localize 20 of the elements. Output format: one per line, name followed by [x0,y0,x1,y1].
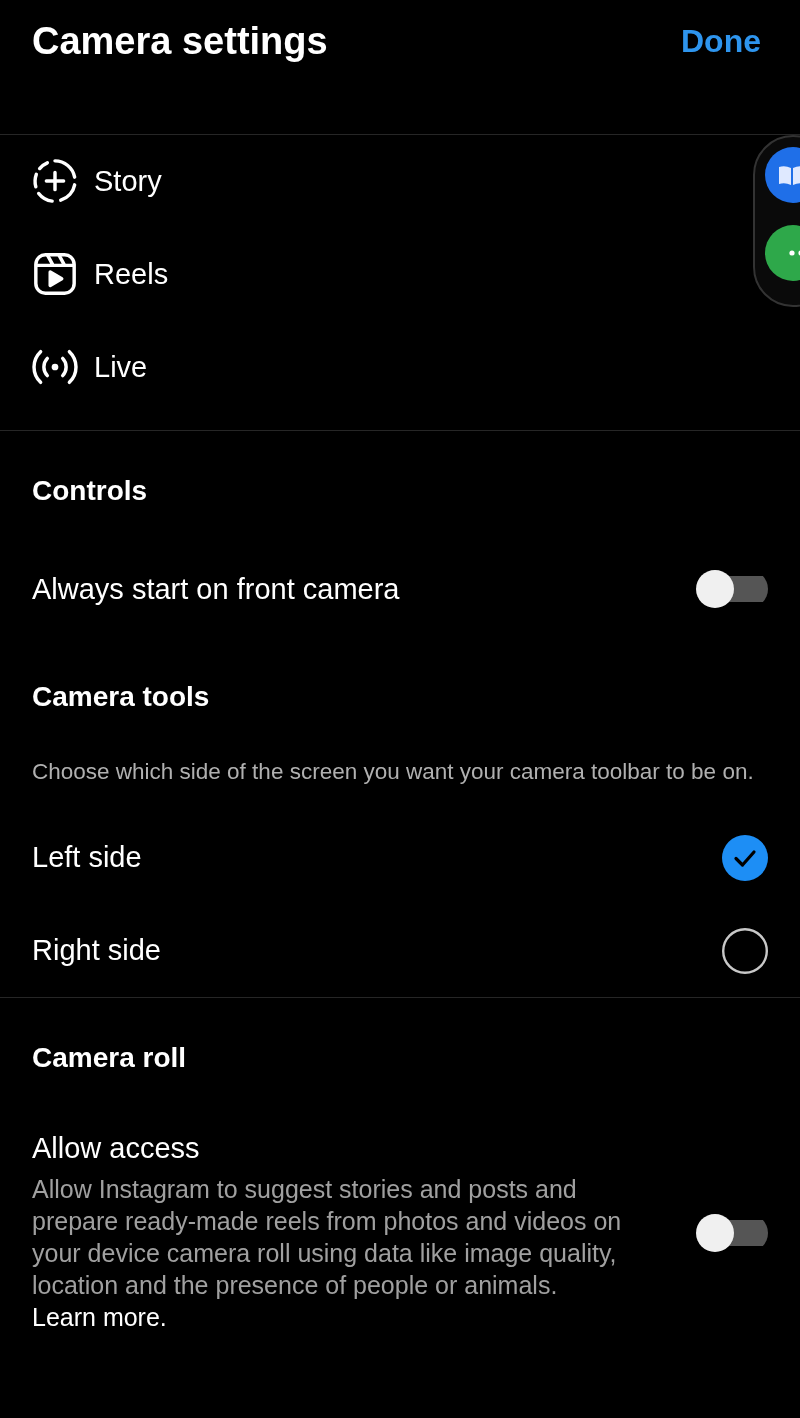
radio-checked[interactable] [722,834,768,881]
page-title: Camera settings [32,19,328,63]
radio-unchecked[interactable] [722,927,768,974]
book-icon [777,163,800,187]
mode-item[interactable]: Story [94,164,162,198]
done-button[interactable]: Done [681,22,761,60]
section-heading: Camera roll [32,1042,188,1074]
section-description: Choose which side of the screen you want your camera toolbar to be on. [32,758,755,786]
section-heading: Controls [32,475,149,507]
section-heading: Camera tools [32,681,211,713]
option-label: Right side [32,934,161,967]
reels-icon [32,251,78,297]
setting-label: Always start on front camera [32,572,400,606]
mode-item[interactable]: Reels [94,257,169,291]
setting-label: Allow access [32,1132,201,1165]
setting-description: Allow Instagram to suggest stories and posts and prepare ready-made reels from photos and videos on your device camera roll using data like image quality, location and the presence of people or animals. Learn more. [32,1174,623,1333]
mode-item[interactable]: Live [94,350,148,384]
story-add-icon [32,158,78,204]
option-label: Left side [32,841,142,874]
learn-more-link[interactable]: Learn more. [32,1303,167,1331]
